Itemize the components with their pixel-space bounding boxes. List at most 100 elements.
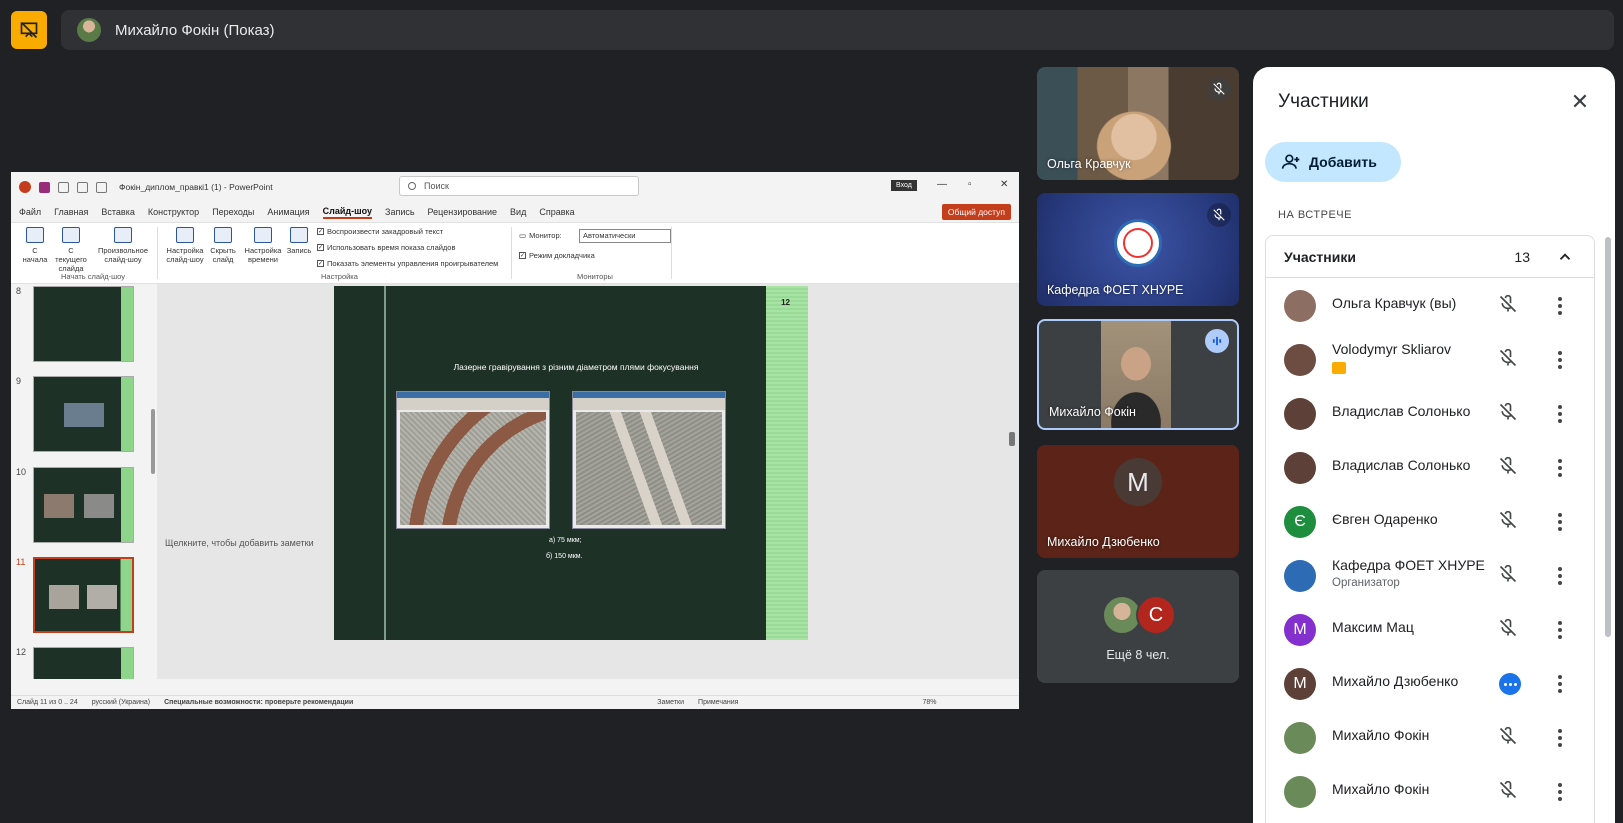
participant-row[interactable]: M Максим Мац [1266, 602, 1596, 658]
more-vert-icon[interactable] [1548, 618, 1572, 642]
mic-off-icon[interactable] [1498, 402, 1522, 426]
video-tile-active[interactable]: Михайло Фокін [1037, 319, 1239, 430]
section-label: НА ВСТРЕЧЕ [1278, 209, 1352, 221]
save-icon [39, 181, 50, 193]
participant-row[interactable]: Volodymyr Skliarov [1266, 332, 1596, 388]
slide-title: Лазерне гравірування з різним діаметром … [453, 362, 699, 372]
restore-icon: ▫ [968, 179, 972, 190]
participant-avatar: M [1284, 614, 1316, 646]
thumbnail-row: 11 [11, 557, 151, 637]
participant-row[interactable]: Ольга Кравчук (вы) [1266, 278, 1596, 334]
status-zoom: 78% [922, 699, 937, 706]
hide-slide-label: Скрыть слайд [210, 246, 236, 264]
participants-panel: Участники ✕ Добавить НА ВСТРЕЧЕ Участник… [1253, 67, 1615, 823]
speaking-icon [1205, 329, 1229, 353]
close-window-icon: ✕ [1000, 179, 1009, 190]
timing-icon [254, 227, 272, 243]
record-icon [290, 227, 308, 243]
thumbnail-number: 11 [16, 557, 26, 567]
mic-off-icon[interactable] [1498, 294, 1522, 318]
menu-view: Вид [510, 207, 527, 217]
more-vert-icon[interactable] [1548, 726, 1572, 750]
more-vert-icon[interactable] [1548, 402, 1572, 426]
more-vert-icon[interactable] [1548, 780, 1572, 804]
caption-b: б) 150 мкм. [546, 553, 583, 560]
image-window-chrome [573, 392, 725, 410]
speaking-icon [1499, 673, 1521, 695]
mic-off-icon[interactable] [1498, 726, 1522, 750]
mic-off-icon[interactable] [1498, 456, 1522, 480]
menu-slideshow: Слайд-шоу [322, 206, 373, 219]
slide-image-150 [572, 391, 726, 529]
more-participants-label: Ещё 8 чел. [1106, 648, 1170, 662]
participant-name: Максим Мац [1332, 619, 1414, 635]
menu-file: Файл [19, 207, 42, 217]
thumbnail [33, 647, 134, 679]
checkbox-mark: ✓ [519, 252, 526, 259]
participant-row[interactable]: Кафедра ФОЕТ ХНУРЕ Организатор [1266, 548, 1596, 604]
mic-off-icon[interactable] [1498, 348, 1522, 372]
checkbox-mark: ✓ [317, 260, 324, 267]
participant-row[interactable]: Михайло Фокін [1266, 764, 1596, 820]
tile-name: Михайло Дзюбенко [1047, 535, 1160, 549]
mic-off-icon[interactable] [1498, 510, 1522, 534]
thumbnail-image [84, 494, 114, 518]
slide-decoration [384, 286, 386, 640]
more-vert-icon[interactable] [1548, 564, 1572, 588]
status-comments: Примечания [698, 699, 739, 706]
thumbnail-row: 9 [11, 376, 151, 456]
presentation-off-button[interactable] [11, 11, 47, 49]
checkbox-timings: ✓ Использовать время показа слайдов [317, 243, 455, 252]
presenter-label: Михайло Фокін (Показ) [115, 21, 275, 39]
thumbnail-row: 12 [11, 647, 151, 679]
participant-name: Михайло Дзюбенко [1332, 673, 1459, 689]
setup-label: Настройка слайд-шоу [166, 246, 204, 264]
ppt-ribbon: С начала С текущего слайда Произвольное … [11, 222, 1019, 284]
presenter-bar[interactable]: Михайло Фокін (Показ) [61, 10, 1614, 50]
participant-row[interactable]: Михайло Фокін [1266, 710, 1596, 766]
menu-review: Рецензирование [427, 207, 498, 217]
tile-name: Кафедра ФОЕТ ХНУРЕ [1047, 283, 1184, 297]
participant-name: Volodymyr Skliarov [1332, 341, 1452, 357]
more-participants-tile[interactable]: C Ещё 8 чел. [1037, 570, 1239, 683]
timing-button: Настройка времени [243, 227, 283, 264]
setup-button: Настройка слайд-шоу [165, 227, 205, 264]
group-header[interactable]: Участники 13 [1266, 236, 1594, 278]
scroll-thumb [151, 409, 155, 474]
more-vert-icon[interactable] [1548, 456, 1572, 480]
more-vert-icon[interactable] [1548, 294, 1572, 318]
more-vert-icon[interactable] [1548, 672, 1572, 696]
participant-row[interactable]: Є Євген Одаренко [1266, 494, 1596, 550]
search-icon [408, 182, 416, 190]
status-notes: Заметки [657, 699, 685, 706]
slide-icon [62, 227, 80, 243]
participant-avatar: Є [1284, 506, 1316, 538]
image-window-chrome [397, 392, 549, 410]
avatar: C [1136, 595, 1176, 635]
mic-off-icon[interactable] [1498, 618, 1522, 642]
close-icon[interactable]: ✕ [1565, 87, 1595, 117]
participant-name: Євген Одаренко [1332, 511, 1438, 527]
video-tile[interactable]: Кафедра ФОЕТ ХНУРЕ [1037, 193, 1239, 306]
video-tile[interactable]: M Михайло Дзюбенко [1037, 445, 1239, 558]
add-people-button[interactable]: Добавить [1265, 142, 1401, 182]
participant-row[interactable]: Владислав Солонько [1266, 386, 1596, 442]
group-monitors-label: Мониторы [577, 272, 613, 281]
more-vert-icon[interactable] [1548, 348, 1572, 372]
participant-name: Михайло Фокін [1332, 727, 1430, 743]
slide-thumbnails: 8 9 10 11 12 [11, 284, 157, 679]
mic-off-icon[interactable] [1498, 564, 1522, 588]
minimize-icon: — [937, 179, 947, 190]
video-tile[interactable]: Ольга Кравчук [1037, 67, 1239, 180]
presenting-badge-icon [1332, 362, 1346, 374]
panel-scrollbar[interactable] [1605, 237, 1611, 637]
participant-row[interactable]: Владислав Солонько [1266, 440, 1596, 496]
play-icon [26, 227, 44, 243]
thumbnail-number: 8 [16, 286, 22, 296]
participant-row[interactable]: M Михайло Дзюбенко [1266, 656, 1596, 712]
mic-off-icon[interactable] [1498, 780, 1522, 804]
more-vert-icon[interactable] [1548, 510, 1572, 534]
record-label: Запись [286, 246, 312, 255]
menu-design: Конструктор [147, 207, 200, 217]
participant-avatar: M [1284, 668, 1316, 700]
